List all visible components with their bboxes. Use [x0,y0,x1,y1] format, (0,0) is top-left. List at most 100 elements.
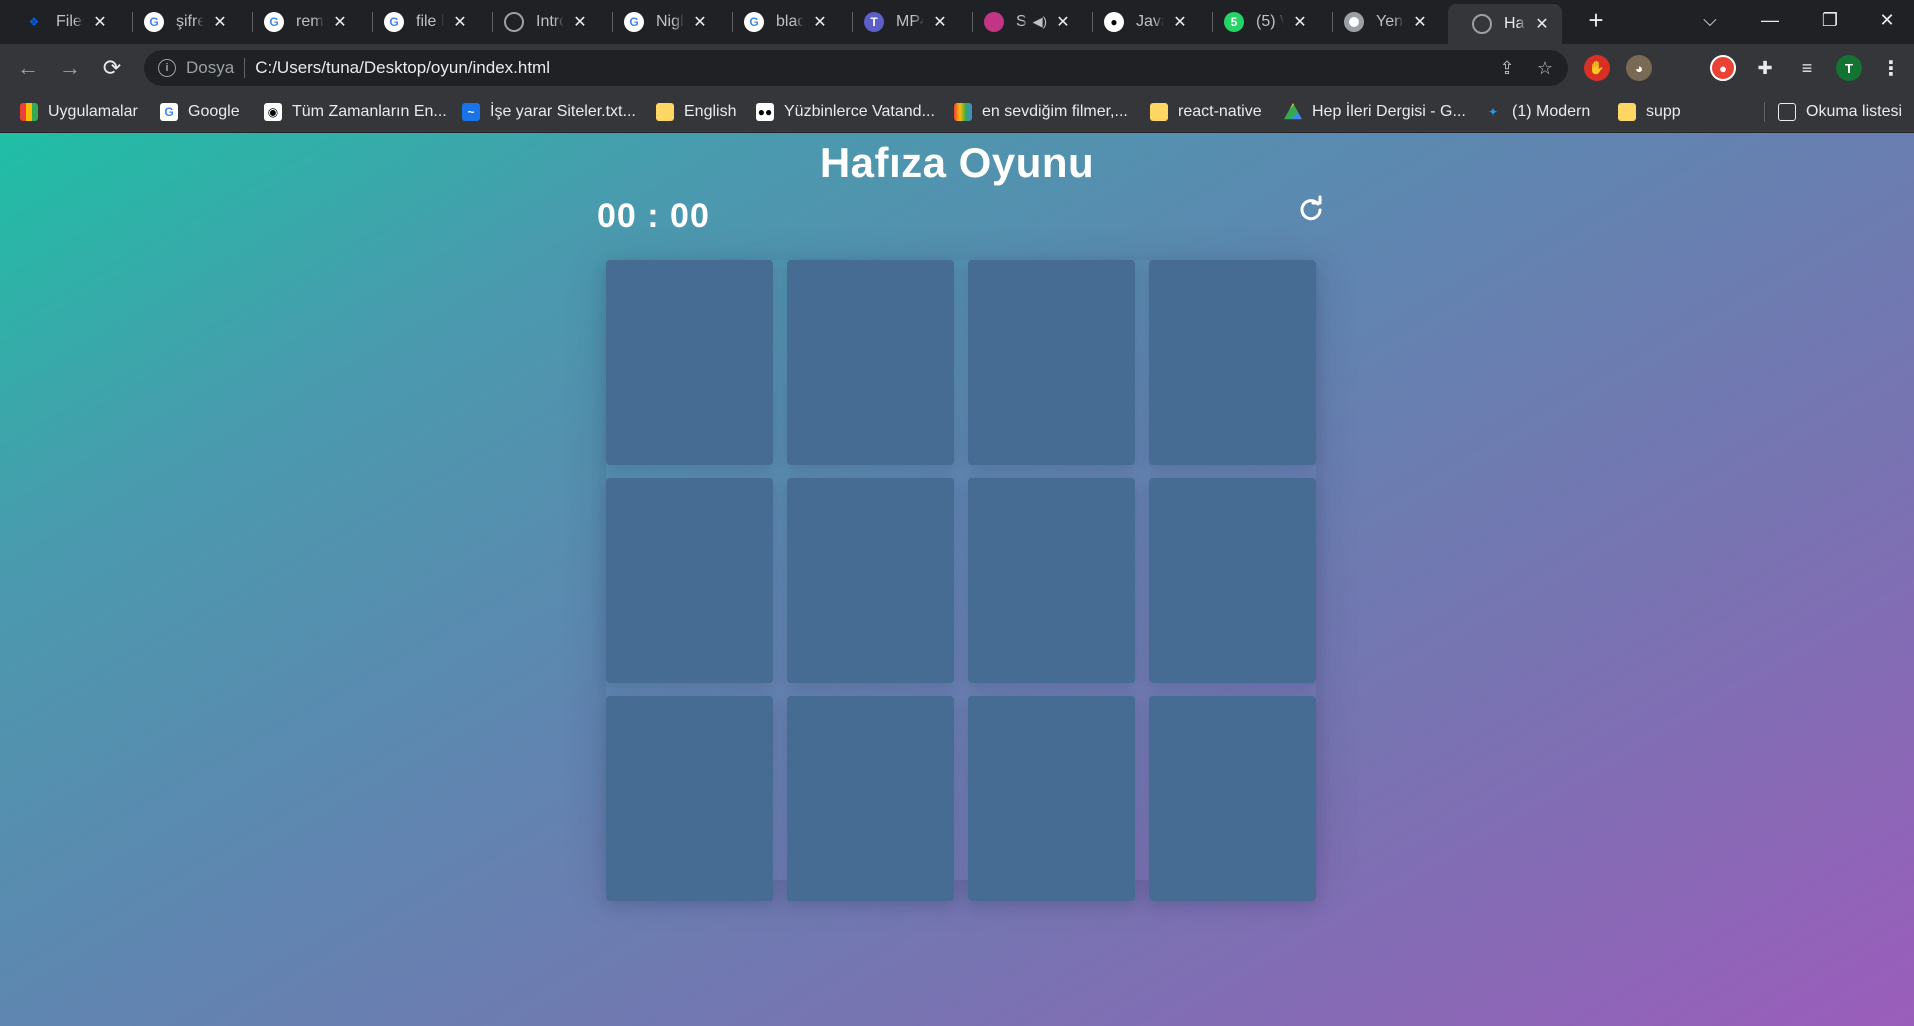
bookmark-label: Yüzbinlerce Vatand... [784,103,935,120]
tab-mp4[interactable]: T MP4 ✕ [840,4,960,40]
share-icon[interactable]: ⇪ [1492,53,1522,83]
tab-intro[interactable]: Intro ✕ [480,4,600,40]
back-arrow-icon[interactable]: ← [12,52,44,84]
tab-hafiza[interactable]: Hafız ✕ [1448,4,1562,44]
bookmark-star-icon[interactable]: ☆ [1530,53,1560,83]
memory-card[interactable] [968,260,1135,465]
whatsapp-icon: 5 [1224,12,1244,32]
extension-owl-icon[interactable]: ◕ [1626,55,1652,81]
film-icon: ◉ [264,103,282,121]
apps-icon [20,103,38,121]
reading-list-button[interactable]: Okuma listesi [1778,92,1902,132]
omnibox-divider [244,58,246,78]
bookmark-label: react-native [1178,103,1262,120]
tab-whatsapp[interactable]: 5 (5) W ✕ [1200,4,1320,40]
tab-blade[interactable]: G blade ✕ [720,4,840,40]
close-icon[interactable]: ✕ [1053,12,1073,32]
restore-button[interactable]: ❐ [1800,0,1860,40]
extension-adblock-icon[interactable]: ✋ [1584,55,1610,81]
memory-card[interactable] [606,260,773,465]
close-icon[interactable]: ✕ [1532,14,1552,34]
media-queue-icon[interactable]: ≡ [1794,55,1820,81]
memory-card[interactable] [787,696,954,901]
close-icon[interactable]: ✕ [1410,12,1430,32]
close-icon[interactable]: ✕ [570,12,590,32]
puzzle-icon[interactable]: ✚ [1752,55,1778,81]
memory-card[interactable] [1149,696,1316,901]
close-window-button[interactable]: ✕ [1860,0,1914,40]
close-icon[interactable]: ✕ [90,12,110,32]
bookmark-english[interactable]: English [656,92,736,132]
tab-s[interactable]: S ◀) ✕ [960,4,1080,40]
tab-files[interactable]: ❖ Files ✕ [0,4,120,40]
tab-title: blade [776,13,804,30]
twitter-icon: ✦ [1487,105,1499,119]
bookmark-supp[interactable]: supp [1618,92,1681,132]
reload-icon[interactable]: ⟳ [96,52,128,84]
restart-icon-glyph [1300,195,1322,221]
extension-record-icon[interactable]: ● [1710,55,1736,81]
bookmark-hep-ileri[interactable]: Hep İleri Dergisi - G... [1284,92,1466,132]
address-bar[interactable]: i Dosya C:/Users/tuna/Desktop/oyun/index… [144,50,1568,86]
tab-title: Yeni [1376,13,1404,30]
dropbox-icon: ❖ [28,15,40,29]
info-icon[interactable]: i [158,59,176,77]
url-text[interactable]: C:/Users/tuna/Desktop/oyun/index.html [255,58,1492,78]
forward-arrow-icon[interactable]: → [54,52,86,84]
bookmark-label: (1) Modern [1512,103,1591,120]
close-icon[interactable]: ✕ [930,12,950,32]
close-icon[interactable]: ✕ [450,12,470,32]
github-icon: ● [1104,12,1124,32]
tab-title: remove [296,13,324,30]
google-icon: G [160,103,178,121]
bookmark-ise-yarar[interactable]: ~ İşe yarar Siteler.txt... [462,92,636,132]
speaker-icon[interactable]: ◀) [1033,14,1047,30]
restart-icon[interactable] [1296,194,1326,224]
tab-yeni[interactable]: Yeni ✕ [1320,4,1440,40]
timer-display: 00 : 00 [597,197,710,235]
google-icon: G [384,12,404,32]
bookmark-tum-zamanlarin[interactable]: ◉ Tüm Zamanların En... [264,92,447,132]
bookmark-react-native[interactable]: react-native [1150,92,1262,132]
menu-kebab-icon[interactable]: ⋮ [1878,55,1904,81]
folder-icon [1150,103,1168,121]
page-viewport: Hafıza Oyunu 00 : 00 [0,133,1914,1026]
tab-title: şifreleme [176,13,204,30]
bookmark-google[interactable]: G Google [160,92,240,132]
close-icon[interactable]: ✕ [330,12,350,32]
profile-avatar[interactable]: T [1836,55,1862,81]
memory-card[interactable] [787,478,954,683]
close-icon[interactable]: ✕ [1290,12,1310,32]
memory-card[interactable] [968,478,1135,683]
dots-icon [954,103,972,121]
tab-title: Files [56,13,84,30]
bookmark-yuzbinlerce[interactable]: ●● Yüzbinlerce Vatand... [756,92,935,132]
memory-card[interactable] [968,696,1135,901]
close-icon[interactable]: ✕ [810,12,830,32]
memory-card[interactable] [606,696,773,901]
tab-file-h[interactable]: G file h ✕ [360,4,480,40]
game-title: Hafıza Oyunu [819,139,1095,186]
bookmark-sevdigim-filmler[interactable]: en sevdiğim filmer,... [954,92,1128,132]
bookmark-twitter[interactable]: ✦ (1) Modern [1484,92,1590,132]
bookmark-apps[interactable]: Uygulamalar [20,92,138,132]
bookmark-label: Tüm Zamanların En... [292,103,447,120]
close-icon[interactable]: ✕ [1170,12,1190,32]
memory-card[interactable] [787,260,954,465]
tab-javascript[interactable]: ● JavaS ✕ [1080,4,1200,40]
close-icon[interactable]: ✕ [210,12,230,32]
tab-remove[interactable]: G remove ✕ [240,4,360,40]
tab-night[interactable]: G Night ✕ [600,4,720,40]
memory-card[interactable] [1149,260,1316,465]
memory-card[interactable] [606,478,773,683]
google-icon: G [624,12,644,32]
tab-title: Night [656,13,684,30]
minimize-button[interactable]: — [1740,0,1800,40]
tab-sifreleme[interactable]: G şifreleme ✕ [120,4,240,40]
reading-list-icon [1778,103,1796,121]
memory-card[interactable] [1149,478,1316,683]
close-icon[interactable]: ✕ [690,12,710,32]
globe-icon [504,12,524,32]
new-tab-button[interactable]: + [1566,0,1626,40]
tab-search-chevron-icon[interactable]: ⌵ [1680,0,1740,40]
